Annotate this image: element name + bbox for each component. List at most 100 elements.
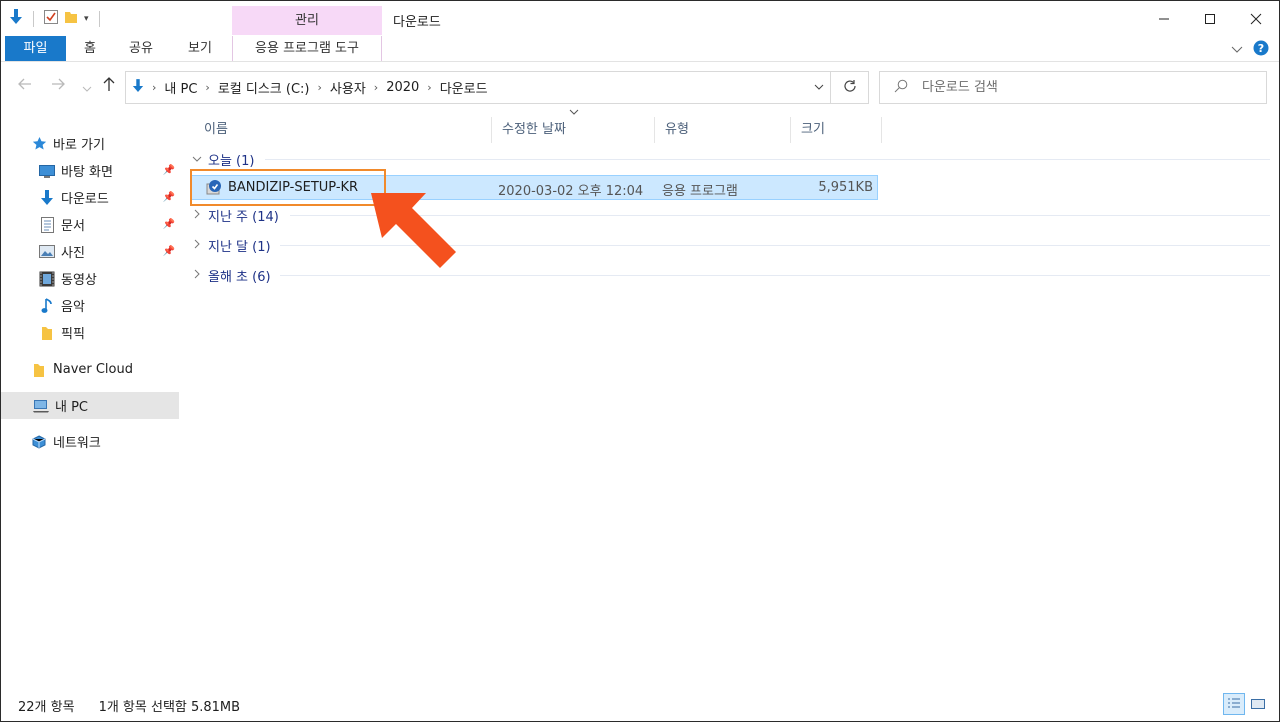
search-input[interactable] [922, 80, 1242, 95]
svg-text:?: ? [1258, 42, 1264, 55]
tab-application-tools[interactable]: 응용 프로그램 도구 [232, 36, 382, 61]
new-folder-icon[interactable] [64, 10, 78, 28]
sidebar-item-desktop[interactable]: 바탕 화면 📌 [1, 157, 179, 184]
sidebar-item-quick-access[interactable]: 바로 가기 [1, 130, 179, 157]
music-note-icon [39, 297, 55, 314]
large-icons-view-button[interactable] [1247, 693, 1269, 715]
sidebar-item-label: 픽픽 [61, 327, 85, 342]
sidebar-item-label: 네트워크 [53, 436, 101, 451]
breadcrumb-users[interactable]: 사용자 [330, 78, 366, 97]
breadcrumb-separator[interactable]: › [427, 81, 431, 94]
sidebar-item-videos[interactable]: 동영상 [1, 265, 179, 292]
breadcrumb-local-disk[interactable]: 로컬 디스크 (C:) [218, 78, 310, 97]
window-title: 다운로드 [393, 15, 441, 30]
selection-info: 1개 항목 선택함 5.81MB [98, 699, 241, 715]
document-icon [39, 216, 55, 233]
file-date: 2020-03-02 오후 12:04 [498, 184, 644, 199]
up-button[interactable] [103, 76, 115, 96]
view-switcher [1223, 693, 1269, 715]
window-controls [1141, 1, 1279, 37]
breadcrumb-downloads[interactable]: 다운로드 [440, 78, 488, 97]
column-header-size[interactable]: 크기 [791, 117, 882, 143]
sidebar-item-label: 바탕 화면 [61, 165, 113, 180]
breadcrumb-this-pc[interactable]: 내 PC [164, 78, 197, 97]
column-header-name[interactable]: 이름 [194, 117, 492, 143]
forward-button[interactable] [51, 78, 65, 94]
group-header-last-week[interactable]: 지난 주 (14) [191, 204, 279, 226]
address-bar[interactable]: › 내 PC › 로컬 디스크 (C:) › 사용자 › 2020 › 다운로드 [125, 71, 831, 104]
sidebar-item-label: 동영상 [61, 273, 97, 288]
pin-icon[interactable]: 📌 [163, 246, 175, 257]
tab-home[interactable]: 홈 [67, 36, 113, 61]
group-header-earlier-this-year[interactable]: 올해 초 (6) [191, 264, 271, 286]
sidebar-item-naver-cloud[interactable]: Naver Cloud [1, 356, 179, 383]
recent-locations-button[interactable] [82, 80, 92, 96]
chevron-down-icon[interactable]: ▾ [84, 14, 89, 24]
search-icon [894, 79, 908, 97]
sidebar-item-downloads[interactable]: 다운로드 📌 [1, 184, 179, 211]
sidebar-item-music[interactable]: 음악 [1, 292, 179, 319]
file-list: 이름 수정한 날짜 유형 크기 오늘 (1) BANDIZIP-SETUP-KR… [185, 109, 1275, 687]
item-count: 22개 항목 [18, 699, 75, 715]
tab-file[interactable]: 파일 [5, 36, 66, 61]
minimize-button[interactable] [1141, 1, 1187, 37]
file-type: 응용 프로그램 [662, 184, 738, 199]
breadcrumb-2020[interactable]: 2020 [386, 80, 419, 95]
sidebar-item-label: Naver Cloud [53, 362, 133, 377]
expand-ribbon-icon[interactable] [1231, 43, 1243, 58]
desktop-icon [39, 163, 55, 179]
help-icon[interactable]: ? [1253, 40, 1269, 60]
breadcrumb-separator[interactable]: › [318, 81, 322, 94]
maximize-button[interactable] [1187, 1, 1233, 37]
properties-icon[interactable] [44, 10, 58, 28]
sidebar-item-documents[interactable]: 문서 📌 [1, 211, 179, 238]
ribbon-controls: ? [1231, 40, 1269, 60]
sidebar-item-this-pc[interactable]: 내 PC [1, 392, 179, 419]
context-tab-header: 관리 [232, 6, 382, 36]
column-header-type[interactable]: 유형 [655, 117, 791, 143]
group-label: 오늘 (1) [208, 153, 255, 169]
breadcrumb-separator[interactable]: › [205, 81, 209, 94]
video-icon [39, 271, 55, 287]
computer-icon [33, 398, 49, 414]
download-arrow-icon[interactable] [9, 9, 23, 29]
search-box[interactable] [879, 71, 1267, 104]
sidebar-item-pictures[interactable]: 사진 📌 [1, 238, 179, 265]
sidebar-item-label: 사진 [61, 246, 85, 261]
navigation-pane: 바로 가기 바탕 화면 📌 다운로드 📌 문서 📌 사진 📌 동영상 음악 픽픽… [1, 112, 181, 687]
refresh-button[interactable] [831, 71, 869, 104]
column-header-date[interactable]: 수정한 날짜 [492, 117, 655, 143]
network-icon [31, 434, 47, 450]
highlight-box [190, 169, 386, 206]
status-bar: 22개 항목 1개 항목 선택함 5.81MB [1, 689, 1279, 721]
sidebar-item-picpick[interactable]: 픽픽 [1, 319, 179, 346]
pin-icon[interactable]: 📌 [163, 192, 175, 203]
pin-icon[interactable]: 📌 [163, 165, 175, 176]
group-divider [265, 159, 1270, 160]
group-header-last-month[interactable]: 지난 달 (1) [191, 234, 271, 256]
breadcrumb-separator[interactable]: › [152, 81, 156, 94]
file-size: 5,951KB [818, 180, 873, 195]
sidebar-item-label: 다운로드 [61, 192, 109, 207]
download-arrow-icon [39, 189, 55, 206]
group-header-today[interactable]: 오늘 (1) [191, 148, 254, 170]
back-button[interactable] [18, 78, 32, 94]
sidebar-item-label: 내 PC [55, 400, 89, 415]
close-button[interactable] [1233, 1, 1279, 37]
sidebar-item-label: 문서 [61, 219, 85, 234]
chevron-down-icon[interactable] [814, 80, 824, 93]
sidebar-item-network[interactable]: 네트워크 [1, 428, 179, 455]
tab-view[interactable]: 보기 [173, 36, 227, 61]
tab-share[interactable]: 공유 [115, 36, 167, 61]
pin-icon[interactable]: 📌 [163, 219, 175, 230]
toolbar-separator [33, 11, 34, 27]
breadcrumb-separator[interactable]: › [374, 81, 378, 94]
group-label: 지난 주 (14) [208, 209, 279, 225]
group-label: 올해 초 (6) [208, 269, 271, 285]
details-view-button[interactable] [1223, 693, 1245, 715]
chevron-right-icon [191, 209, 203, 222]
annotation-arrow-icon [371, 193, 456, 268]
group-label: 지난 달 (1) [208, 239, 271, 255]
navigation-bar: › 내 PC › 로컬 디스크 (C:) › 사용자 › 2020 › 다운로드 [1, 62, 1279, 112]
quick-access-toolbar: ▾ [9, 9, 104, 29]
